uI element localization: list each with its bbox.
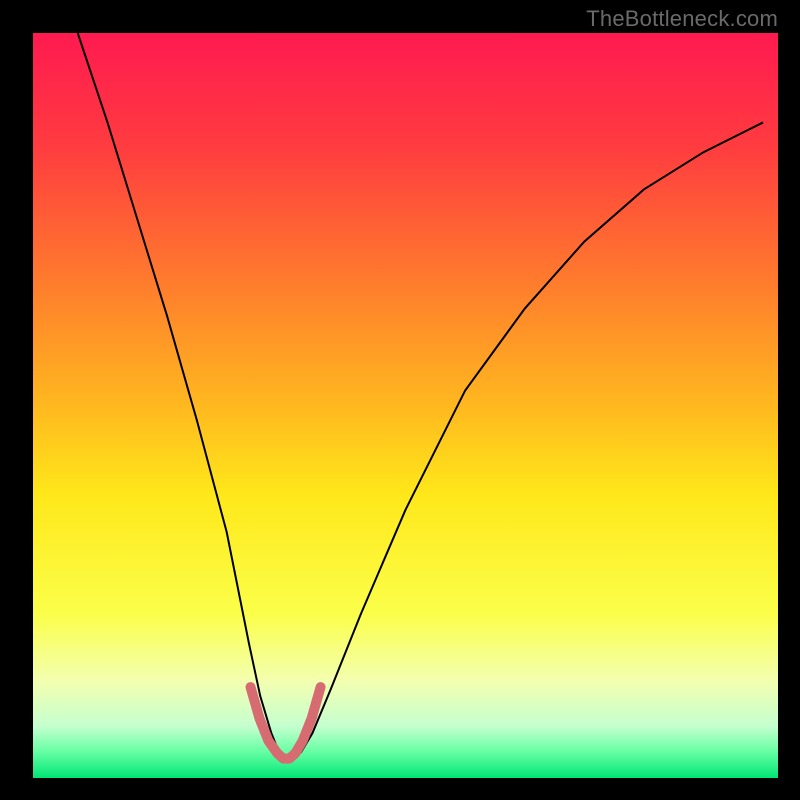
plot-area <box>33 33 778 778</box>
chart-svg <box>0 0 800 800</box>
outer-frame: TheBottleneck.com <box>0 0 800 800</box>
